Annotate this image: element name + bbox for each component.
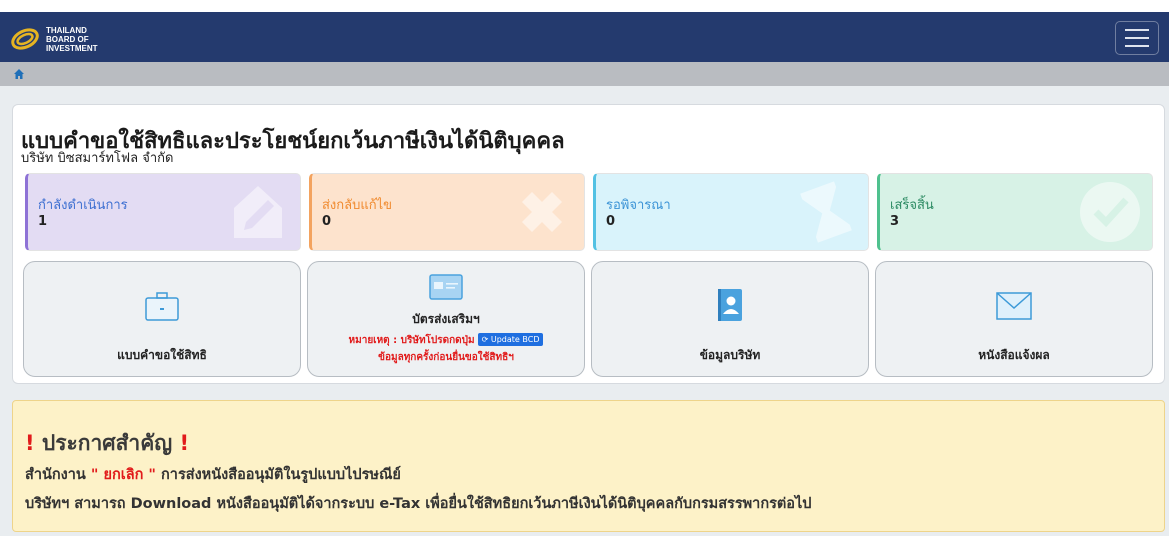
menu-card-promotion-card[interactable]: บัตรส่งเสริมฯ หมายเหตุ : บริษัทโปรดกดปุ่…: [307, 261, 585, 377]
top-navbar: THAILAND BOARD OF INVESTMENT: [0, 0, 1169, 62]
boi-logo-mark-icon: [11, 28, 39, 50]
note-prefix: หมายเหตุ : บริษัทโปรดกดปุ่ม: [348, 335, 475, 346]
logo-text: THAILAND BOARD OF INVESTMENT: [46, 26, 98, 53]
logo-text-line: BOARD OF: [46, 34, 89, 44]
stat-count: 3: [890, 214, 900, 229]
main-panel: แบบคำขอใช้สิทธิและประโยชน์ยกเว้นภาษีเงิน…: [12, 104, 1165, 384]
notice-line: สำนักงาน " ยกเลิก " การส่งหนังสืออนุมัติ…: [25, 463, 401, 486]
menu-card-label: บัตรส่งเสริมฯ: [412, 312, 480, 326]
stat-count: 0: [606, 214, 616, 229]
notice-bang: !: [25, 431, 35, 455]
menu-card-label: ข้อมูลบริษัท: [699, 348, 761, 362]
notice-title: ! ประกาศสำคัญ !: [25, 427, 189, 460]
stat-count: 0: [322, 214, 332, 229]
hamburger-icon-bar: [1125, 45, 1149, 47]
menu-card-company-info[interactable]: ข้อมูลบริษัท: [591, 261, 869, 377]
stat-label: รอพิจารณา: [606, 198, 671, 213]
hamburger-icon: [1125, 29, 1149, 31]
logo-text-line: THAILAND: [46, 25, 87, 35]
edit-icon: [234, 186, 282, 238]
stat-completed[interactable]: เสร็จสิ้น 3: [877, 173, 1153, 251]
stat-label: ส่งกลับแก้ไข: [322, 198, 393, 213]
notice-cancel-highlight: " ยกเลิก ": [90, 467, 156, 483]
notice-line1-suffix: การส่งหนังสืออนุมัติในรูปแบบไปรษณีย์: [155, 467, 401, 483]
hamburger-menu-button[interactable]: [1115, 21, 1159, 55]
menu-card-label: แบบคำขอใช้สิทธิ: [117, 348, 207, 362]
breadcrumb: [0, 62, 1169, 86]
notice-title-text: ประกาศสำคัญ: [34, 431, 180, 455]
notice-line1-prefix: สำนักงาน: [25, 467, 91, 483]
briefcase-icon: [145, 292, 179, 321]
menu-card-notification-letter[interactable]: หนังสือแจ้งผล: [875, 261, 1153, 377]
refresh-icon: ⟳: [481, 335, 491, 344]
notice-line: บริษัทฯ สามารถ Download หนังสืออนุมัติได…: [25, 496, 812, 512]
hourglass-icon: [800, 181, 852, 243]
stat-label: กำลังดำเนินการ: [38, 198, 128, 213]
update-bcd-button[interactable]: ⟳ Update BCD: [477, 333, 544, 346]
cross-icon: [522, 192, 562, 232]
menu-card-label: หนังสือแจ้งผล: [978, 348, 1050, 362]
boi-logo[interactable]: THAILAND BOARD OF INVESTMENT: [10, 22, 120, 56]
card-icon: [429, 274, 463, 300]
stat-count: 1: [38, 214, 48, 229]
logo-text-line: INVESTMENT: [46, 43, 98, 53]
update-note: หมายเหตุ : บริษัทโปรดกดปุ่ม ⟳ Update BCD …: [308, 332, 584, 366]
update-bcd-label: Update BCD: [490, 335, 540, 344]
notice-bang: !: [179, 431, 190, 455]
stat-returned[interactable]: ส่งกลับแก้ไข 0: [309, 173, 585, 251]
menu-card-application[interactable]: แบบคำขอใช้สิทธิ: [23, 261, 301, 377]
stat-pending[interactable]: รอพิจารณา 0: [593, 173, 869, 251]
company-name: บริษัท บิซสมาร์ทโฟล จำกัด: [21, 151, 174, 166]
check-circle-icon: [1080, 182, 1140, 242]
contact-icon: [718, 289, 742, 321]
home-icon[interactable]: [13, 68, 25, 80]
important-notice: ! ประกาศสำคัญ ! สำนักงาน " ยกเลิก " การส…: [12, 400, 1165, 532]
envelope-icon: [996, 292, 1032, 320]
stat-label: เสร็จสิ้น: [890, 198, 934, 213]
note-suffix: ข้อมูลทุกครั้งก่อนยื่นขอใช้สิทธิฯ: [378, 352, 514, 363]
stat-in-progress[interactable]: กำลังดำเนินการ 1: [25, 173, 301, 251]
hamburger-icon-bar: [1125, 37, 1149, 39]
